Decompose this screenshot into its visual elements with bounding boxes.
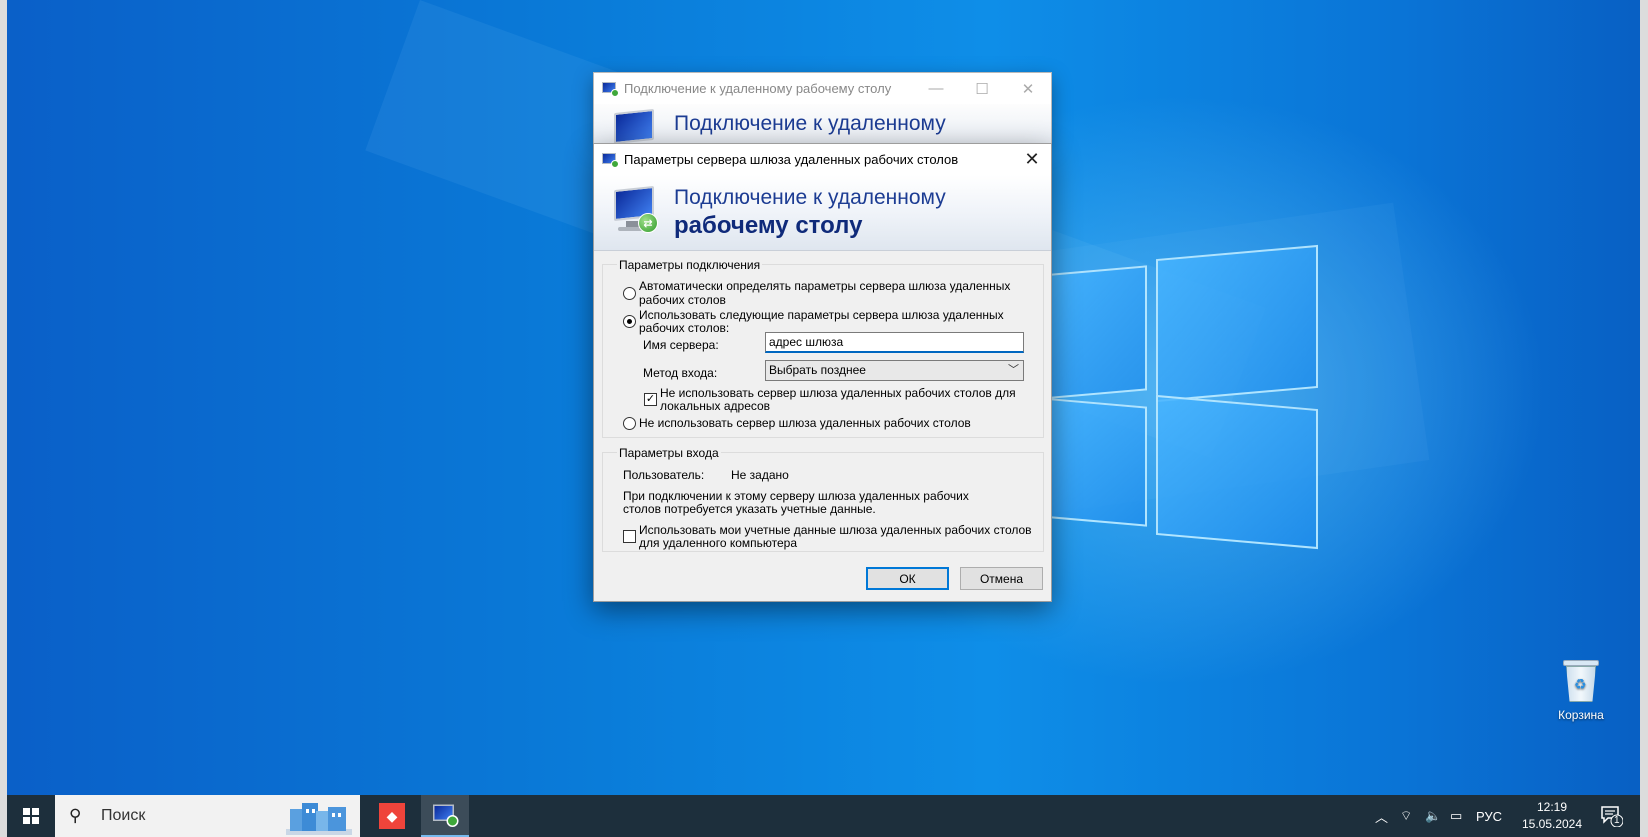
radio-use-settings[interactable]	[623, 315, 636, 328]
clock-date: 15.05.2024	[1521, 817, 1583, 831]
logon-settings-title: Параметры входа	[617, 446, 721, 460]
windows-logo-icon	[23, 808, 39, 824]
screen-frame-right	[1640, 0, 1648, 837]
minimize-button[interactable]: —	[913, 73, 959, 104]
search-highlight-image	[286, 803, 352, 835]
dialog-title: Параметры сервера шлюза удаленных рабочи…	[624, 152, 959, 167]
dialog-banner: ⇄ Подключение к удаленному рабочему стол…	[594, 175, 1051, 251]
radio-auto-detect[interactable]	[623, 287, 636, 300]
rdp-app-icon	[602, 81, 619, 97]
start-button[interactable]	[7, 795, 55, 837]
ok-button[interactable]: ОК	[866, 567, 949, 590]
search-placeholder: Поиск	[101, 807, 146, 824]
gateway-settings-dialog: Параметры сервера шлюза удаленных рабочи…	[593, 143, 1052, 602]
taskbar-search-box[interactable]: ⚲ Поиск	[55, 795, 360, 837]
taskbar-clock[interactable]: 12:19 15.05.2024	[1510, 799, 1594, 833]
clock-time: 12:19	[1536, 800, 1568, 814]
rdp-app-icon	[602, 152, 619, 168]
user-label: Пользователь:	[623, 468, 705, 482]
logo-pane	[1040, 397, 1147, 527]
logo-pane	[1156, 394, 1318, 550]
dialog-close-button[interactable]: ✕	[1013, 144, 1051, 175]
radio-auto-detect-label-1: Автоматически определять параметры серве…	[639, 279, 1011, 293]
radio-use-settings-label-2: рабочих столов:	[639, 321, 730, 335]
logon-info-line2: столов потребуется указать учетные данны…	[623, 502, 876, 516]
volume-icon[interactable]: 🔈	[1425, 795, 1441, 837]
close-button[interactable]: ✕	[1005, 73, 1051, 104]
banner-line2: рабочему столу	[674, 212, 863, 239]
notification-count: 1	[1614, 815, 1620, 826]
recycle-bin-label: Корзина	[1558, 708, 1604, 722]
cancel-button[interactable]: Отмена	[960, 567, 1043, 590]
rdp-main-titlebar[interactable]: Подключение к удаленному рабочему столу …	[594, 73, 1051, 104]
rdp-main-title: Подключение к удаленному рабочему столу	[624, 81, 892, 96]
rdp-monitor-icon	[610, 108, 660, 144]
taskbar: ⚲ Поиск ◆ ︿ ⌔ 🔈 ▭ РУС 12:19 15.05.2024 1	[7, 795, 1640, 837]
logo-pane	[1040, 265, 1147, 400]
show-hidden-icons-button[interactable]: ︿	[1375, 795, 1388, 837]
rdp-main-window: Подключение к удаленному рабочему столу …	[593, 72, 1052, 144]
server-name-label: Имя сервера:	[643, 338, 719, 352]
screen-frame-left	[0, 0, 7, 837]
bypass-local-checkbox[interactable]: ✓	[644, 393, 657, 406]
search-icon: ⚲	[69, 806, 82, 825]
taskbar-rdp[interactable]	[421, 795, 469, 837]
dialog-titlebar[interactable]: Параметры сервера шлюза удаленных рабочи…	[594, 144, 1051, 175]
network-icon[interactable]: ⌔	[1400, 795, 1412, 837]
connection-settings-group: Параметры подключения Автоматически опре…	[602, 258, 1044, 438]
use-credentials-label-2: для удаленного компьютера	[639, 536, 798, 550]
logo-pane	[1156, 244, 1318, 403]
battery-icon[interactable]: ▭	[1450, 795, 1462, 837]
recycle-bin-icon: ♻	[1561, 658, 1601, 704]
server-name-input[interactable]: адрес шлюза	[765, 332, 1024, 353]
logon-method-value: Выбрать позднее	[769, 363, 866, 377]
rdp-monitor-icon: ⇄	[610, 185, 660, 237]
radio-no-gateway[interactable]	[623, 417, 636, 430]
bypass-local-label-2: локальных адресов	[660, 399, 771, 413]
logon-method-label: Метод входа:	[643, 366, 718, 380]
user-value: Не задано	[731, 468, 789, 482]
maximize-button[interactable]: ☐	[959, 73, 1005, 104]
taskbar-anydesk[interactable]: ◆	[368, 795, 416, 837]
radio-no-gateway-label: Не использовать сервер шлюза удаленных р…	[639, 416, 971, 430]
rdp-app-icon	[433, 804, 459, 827]
anydesk-icon: ◆	[379, 803, 405, 829]
banner-line1: Подключение к удаленному	[674, 186, 946, 209]
use-credentials-checkbox[interactable]	[623, 530, 636, 543]
language-indicator[interactable]: РУС	[1476, 795, 1502, 837]
connection-settings-title: Параметры подключения	[617, 258, 763, 272]
rdp-main-banner-text: Подключение к удаленному	[674, 112, 946, 135]
logon-method-select[interactable]: Выбрать позднее ﹀	[765, 360, 1024, 381]
action-center-button[interactable]: 1	[1599, 803, 1624, 828]
chevron-down-icon: ﹀	[1008, 364, 1019, 376]
chevron-up-icon: ︿	[1375, 809, 1389, 825]
recycle-bin[interactable]: ♻ Корзина	[1548, 658, 1614, 722]
logon-settings-group: Параметры входа Пользователь: Не задано …	[602, 446, 1044, 552]
radio-auto-detect-label-2: рабочих столов	[639, 293, 726, 307]
rdp-main-banner: Подключение к удаленному	[594, 104, 1051, 144]
